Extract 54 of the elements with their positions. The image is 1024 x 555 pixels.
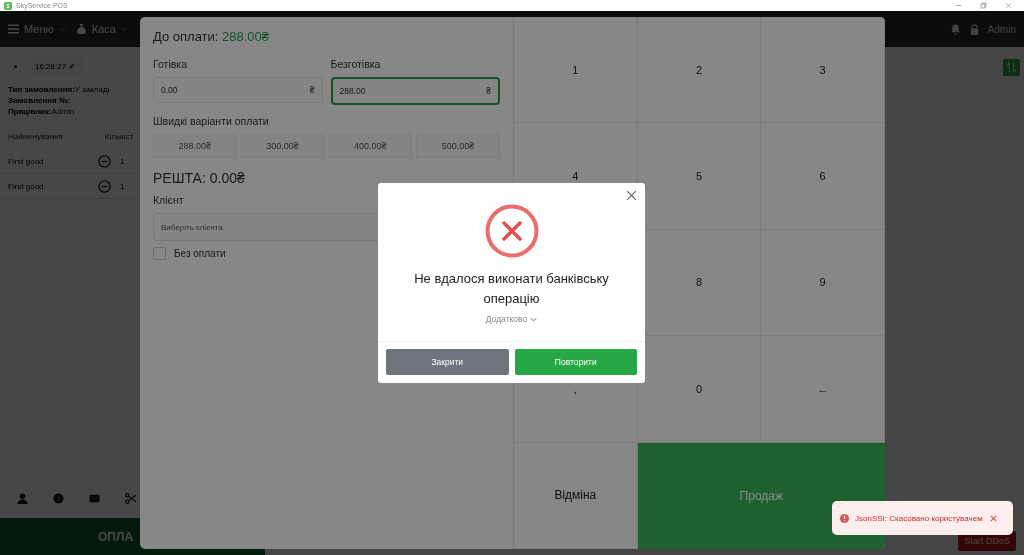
- quick-amount-button[interactable]: 300.00₴: [240, 134, 325, 158]
- dot-icon: [14, 64, 17, 68]
- close-icon[interactable]: [988, 513, 998, 523]
- amount-due-label: До оплати:: [153, 29, 219, 44]
- quick-options-label: Швидкі варіанти оплати: [153, 115, 270, 127]
- checkbox-label: Без оплати: [174, 248, 226, 259]
- keypad-key[interactable]: 0: [637, 336, 762, 443]
- checkbox[interactable]: [153, 247, 166, 260]
- minus-icon[interactable]: [98, 179, 111, 193]
- keypad-key[interactable]: 6: [761, 123, 885, 230]
- field-label: Безготівка: [330, 58, 382, 70]
- lock-icon: [968, 23, 980, 35]
- keypad-key[interactable]: 9: [761, 229, 885, 337]
- minimize-icon[interactable]: [955, 2, 962, 9]
- keypad-key[interactable]: ←: [761, 336, 885, 443]
- field-label: Готівка: [153, 58, 188, 70]
- chevron-down-icon: [530, 316, 538, 322]
- keypad-key[interactable]: Відміна: [514, 442, 638, 549]
- order-info: Працівник:Admin: [8, 107, 75, 116]
- amount-field[interactable]: 288.00 ₴: [330, 77, 500, 105]
- keypad-key[interactable]: 1: [514, 17, 638, 124]
- quick-amount-button[interactable]: 288.00₴: [153, 134, 237, 158]
- item-quantity: 1: [120, 156, 125, 166]
- error-message: Не вдалося виконати банківську операцію: [413, 270, 610, 308]
- close-button[interactable]: Закрити: [386, 349, 509, 375]
- amount-due-value: 288.00₴: [222, 29, 270, 44]
- swap-button[interactable]: [1003, 59, 1020, 76]
- money-bag-icon: [75, 24, 87, 34]
- order-info: Замовлення №:: [8, 96, 71, 105]
- order-time: 16:28:27: [35, 61, 67, 71]
- details-link[interactable]: Додатково: [485, 314, 538, 324]
- client-label: Клієнт: [153, 194, 185, 206]
- retry-button[interactable]: Повторити: [514, 349, 637, 375]
- close-icon[interactable]: [626, 190, 637, 201]
- coin-icon[interactable]: [53, 493, 64, 504]
- scissors-icon[interactable]: [125, 493, 136, 504]
- error-icon: [484, 204, 539, 258]
- alert-icon: [840, 513, 849, 523]
- item-quantity: 1: [120, 181, 125, 191]
- person-icon[interactable]: [17, 493, 28, 504]
- change-amount: РЕШТА: 0.00₴: [153, 170, 246, 186]
- close-icon[interactable]: [1005, 2, 1012, 9]
- restore-icon[interactable]: [980, 2, 987, 9]
- menu-icon: [8, 24, 19, 34]
- pencil-icon: [69, 63, 76, 69]
- envelope-icon[interactable]: [89, 493, 100, 504]
- keypad-key[interactable]: 3: [761, 17, 885, 124]
- quick-amount-button[interactable]: 500.00₴: [416, 134, 500, 158]
- quick-amount-button[interactable]: 400.00₴: [328, 134, 413, 158]
- keypad-key[interactable]: 2: [637, 17, 762, 124]
- swap-icon: [1006, 62, 1017, 73]
- minus-icon[interactable]: [98, 154, 111, 168]
- bell-icon[interactable]: [949, 23, 961, 35]
- amount-field[interactable]: 0.00 ₴: [153, 77, 323, 103]
